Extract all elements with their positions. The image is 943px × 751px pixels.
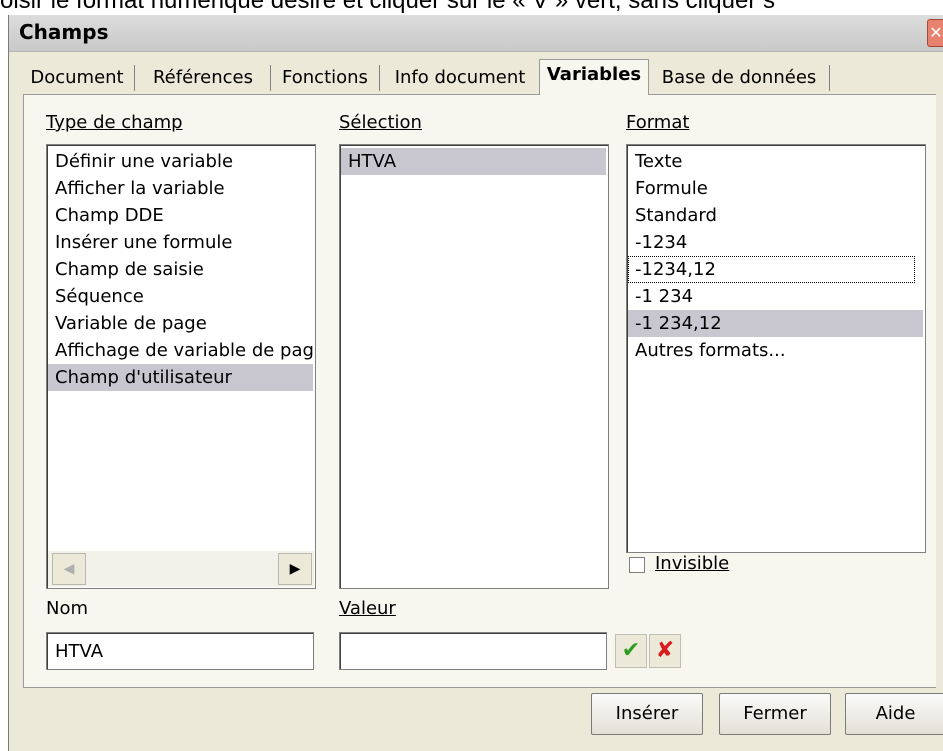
tab-document[interactable]: Document <box>23 63 131 93</box>
list-item[interactable]: Autres formats... <box>635 337 786 364</box>
list-item[interactable]: Champ de saisie <box>55 256 204 283</box>
valeur-label: Valeur <box>339 598 396 619</box>
tab-separator <box>134 65 135 91</box>
close-button[interactable]: Fermer <box>719 693 831 735</box>
tab-references[interactable]: Références <box>139 63 267 93</box>
list-item[interactable]: Champ DDE <box>55 202 164 229</box>
list-item-selected[interactable]: Champ d'utilisateur <box>48 364 313 391</box>
scroll-left-icon[interactable]: ◀ <box>52 553 86 585</box>
selection-label: Sélection <box>339 112 422 133</box>
tab-variables[interactable]: Variables <box>539 59 649 95</box>
invisible-checkbox[interactable] <box>629 557 645 573</box>
list-item-focused[interactable]: -1234,12 <box>628 256 915 283</box>
help-button[interactable]: Aide <box>845 693 943 735</box>
format-label: Format <box>626 112 690 133</box>
type-field-list[interactable]: Définir une variable Afficher la variabl… <box>46 144 316 589</box>
insert-button[interactable]: Insérer <box>591 693 703 735</box>
list-item[interactable]: Affichage de variable de pag <box>55 337 314 364</box>
delete-x-icon[interactable]: ✘ <box>649 634 681 668</box>
fields-dialog: Champs ✕ Document Références Fonctions I… <box>8 15 943 751</box>
list-item[interactable]: Formule <box>635 175 708 202</box>
list-item[interactable]: Variable de page <box>55 310 207 337</box>
list-item[interactable]: -1 234 <box>635 283 693 310</box>
list-item[interactable]: Standard <box>635 202 717 229</box>
horizontal-scrollbar[interactable]: ◀ ▶ <box>48 551 314 587</box>
tab-base-de-donnees[interactable]: Base de données <box>653 63 825 93</box>
valeur-input[interactable] <box>339 632 607 670</box>
list-item-selected[interactable]: HTVA <box>341 148 606 175</box>
list-item[interactable]: Afficher la variable <box>55 175 225 202</box>
list-item[interactable]: Insérer une formule <box>55 229 232 256</box>
list-item[interactable]: -1234 <box>635 229 687 256</box>
type-field-label: Type de champ <box>46 112 183 133</box>
dialog-title: Champs <box>19 20 109 44</box>
format-list[interactable]: Texte Formule Standard -1234 -1234,12 -1… <box>626 144 926 553</box>
tab-info-document[interactable]: Info document <box>385 63 535 93</box>
tab-separator <box>829 65 830 91</box>
apply-checkmark-icon[interactable]: ✔ <box>615 634 647 668</box>
close-icon[interactable]: ✕ <box>927 19 943 47</box>
list-item-selected[interactable]: -1 234,12 <box>628 310 923 337</box>
selection-list[interactable]: HTVA <box>339 144 609 589</box>
nom-input[interactable]: HTVA <box>46 632 314 670</box>
list-item[interactable]: Définir une variable <box>55 148 233 175</box>
invisible-label: Invisible <box>655 553 730 574</box>
tab-separator <box>270 65 271 91</box>
nom-label: Nom <box>46 598 89 619</box>
tab-separator <box>379 65 380 91</box>
list-item[interactable]: Séquence <box>55 283 144 310</box>
tab-fonctions[interactable]: Fonctions <box>275 63 375 93</box>
list-item[interactable]: Texte <box>635 148 682 175</box>
scroll-right-icon[interactable]: ▶ <box>278 553 312 585</box>
title-bar: Champs ✕ <box>9 15 943 52</box>
instruction-caption: oisir le format numérique désiré et cliq… <box>0 0 775 14</box>
